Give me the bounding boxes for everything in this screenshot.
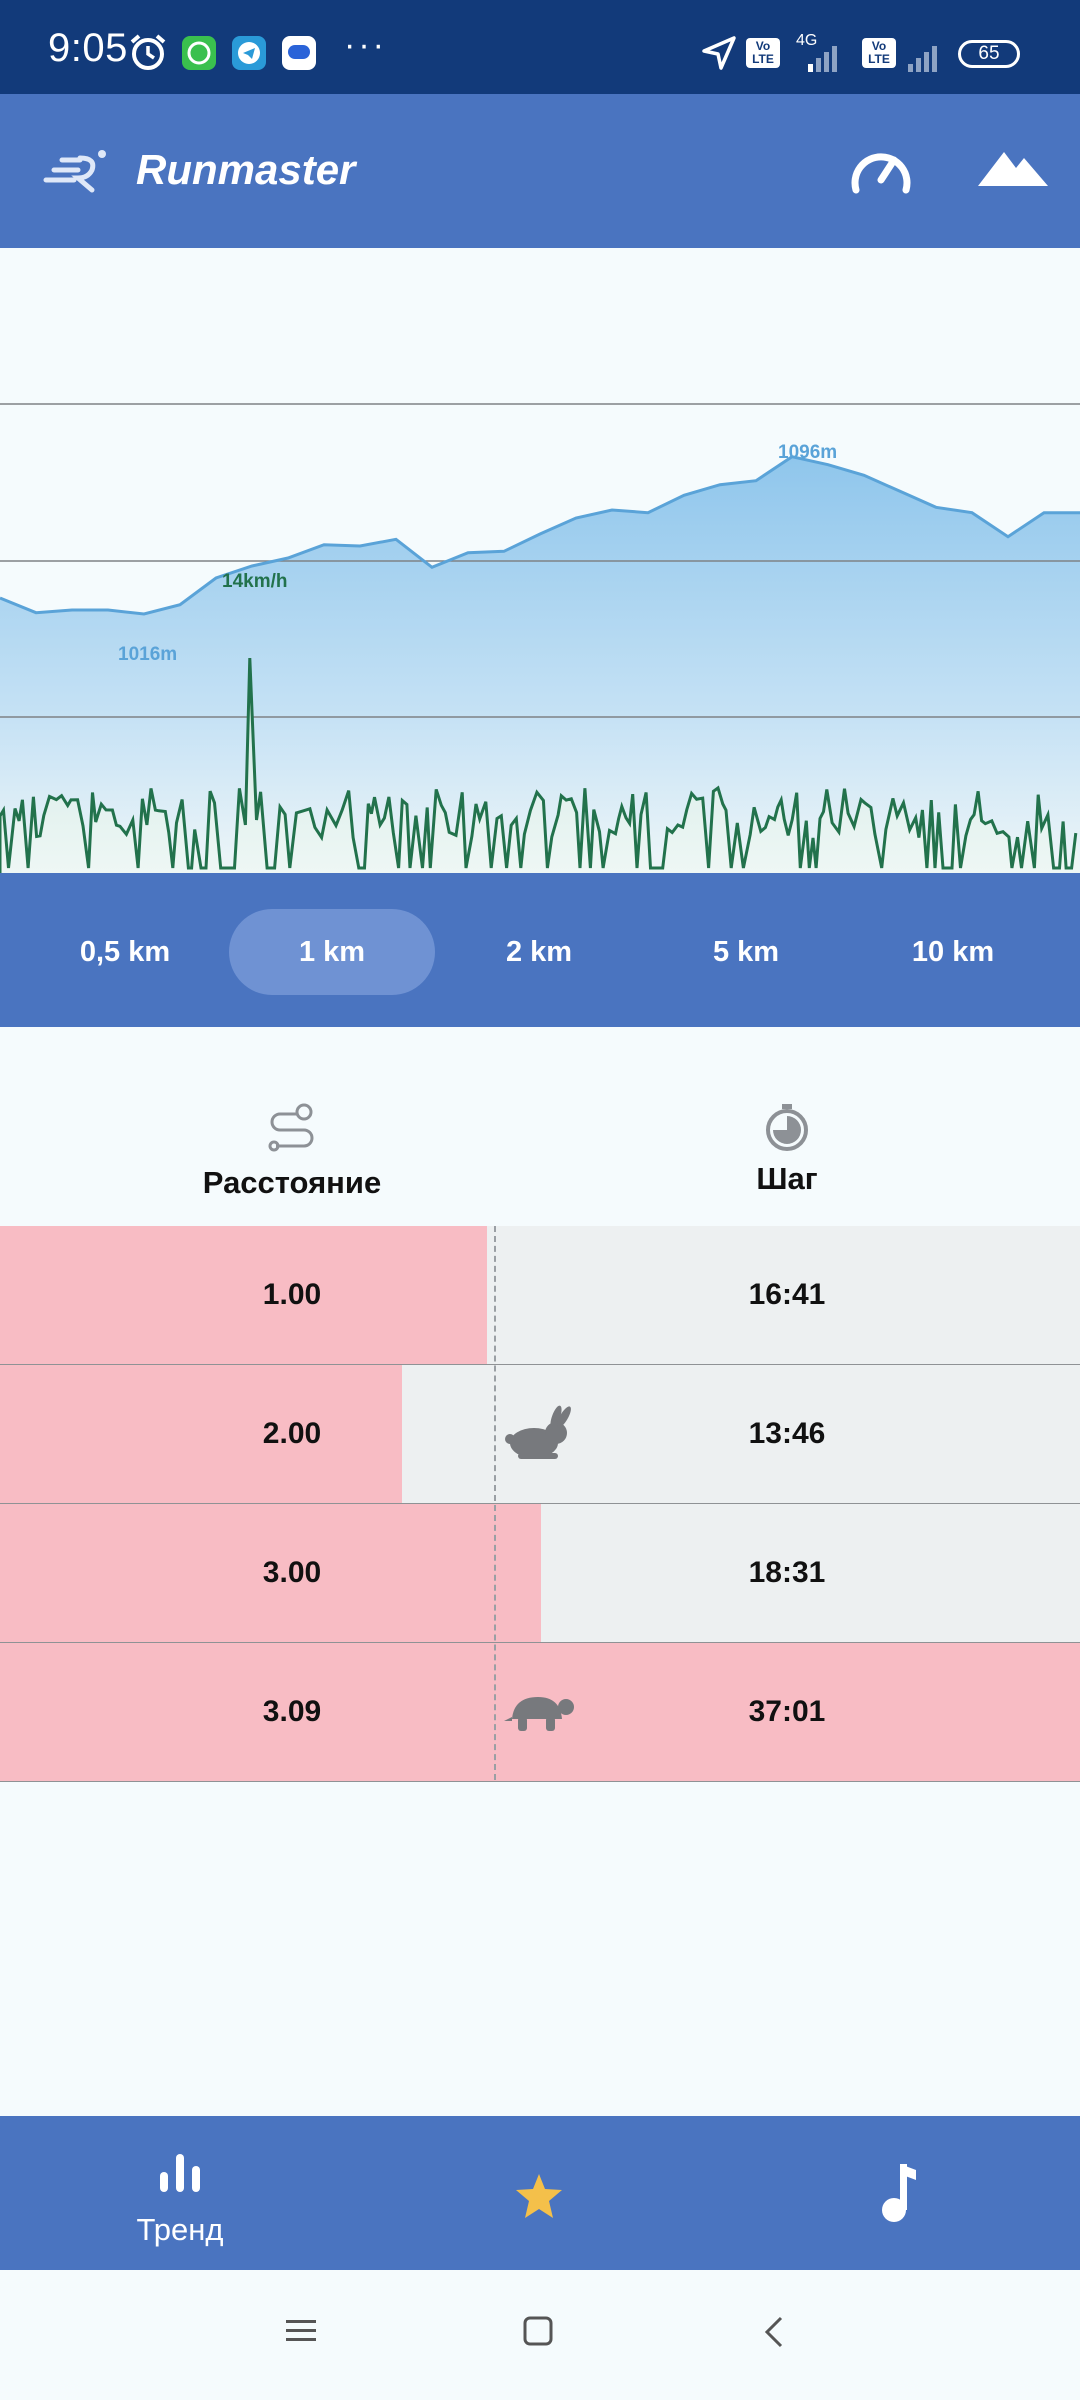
volte-icon: Vo LTE <box>746 38 780 68</box>
music-note-icon[interactable] <box>880 2160 920 2224</box>
segment-2-km[interactable]: 2 km <box>436 909 642 995</box>
split-pace: 18:31 <box>748 1556 826 1589</box>
split-distance: 3.00 <box>262 1556 322 1589</box>
status-time: 9:05 <box>48 26 128 70</box>
signal-icon-2 <box>908 46 937 72</box>
pace-column-header: Шаг <box>756 1161 818 1196</box>
split-pace: 37:01 <box>748 1695 826 1728</box>
more-icon: ··· <box>344 26 387 64</box>
segment-10-km[interactable]: 10 km <box>850 909 1056 995</box>
min-elevation-label: 1016m <box>118 644 177 665</box>
home-icon[interactable] <box>523 2316 553 2346</box>
battery-icon: 65 <box>958 40 1020 68</box>
volte-icon-2: Vo LTE <box>862 38 896 68</box>
stopwatch-icon <box>766 1104 808 1151</box>
route-icon <box>268 1103 314 1152</box>
split-pace: 13:46 <box>748 1417 826 1450</box>
battery-level: 65 <box>978 43 1000 64</box>
app-title: Runmaster <box>136 146 356 193</box>
split-row: 3.09 37:01 <box>0 1643 1080 1782</box>
location-icon <box>702 36 736 70</box>
bar-chart-icon <box>160 2154 200 2192</box>
distance-segment-selector: 0,5 km 1 km 2 km 5 km 10 km <box>0 873 1080 1027</box>
menu-icon[interactable] <box>286 2318 316 2344</box>
elevation-speed-chart: 1016m 1096m 14km/h <box>0 248 1080 873</box>
segment-0-5-km[interactable]: 0,5 km <box>22 909 228 995</box>
runmaster-logo-icon <box>43 150 106 193</box>
alarm-icon <box>130 34 166 70</box>
status-bar: 9:05 ··· Vo LTE 4G Vo LTE 65 <box>0 0 1080 94</box>
distance-column-header: Расстояние <box>202 1165 382 1200</box>
bottom-nav: Тренд <box>0 2116 1080 2270</box>
split-row: 2.00 13:46 <box>0 1365 1080 1504</box>
split-distance: 2.00 <box>262 1417 322 1450</box>
split-row: 1.00 16:41 <box>0 1226 1080 1365</box>
nav-item-trend[interactable]: Тренд <box>120 2116 240 2270</box>
speedometer-icon[interactable] <box>848 140 914 196</box>
segment-5-km[interactable]: 5 km <box>643 909 849 995</box>
message-icon <box>282 36 316 70</box>
whatsapp-icon <box>182 36 216 70</box>
split-pace: 16:41 <box>748 1278 826 1311</box>
split-distance: 1.00 <box>262 1278 322 1311</box>
app-bar: Runmaster <box>0 94 1080 248</box>
signal-icon <box>808 46 837 72</box>
system-nav-bar <box>0 2270 1080 2400</box>
split-row: 3.00 18:31 <box>0 1504 1080 1643</box>
nav-label-trend: Тренд <box>136 2212 224 2247</box>
chart-svg: 1016m 1096m 14km/h <box>0 403 1080 873</box>
segment-1-km[interactable]: 1 km <box>229 909 435 995</box>
back-icon[interactable] <box>763 2316 785 2348</box>
split-distance: 3.09 <box>262 1695 322 1728</box>
max-speed-label: 14km/h <box>222 571 287 592</box>
telegram-icon <box>232 36 266 70</box>
rabbit-icon <box>505 1405 571 1459</box>
mountain-icon[interactable] <box>978 146 1050 190</box>
max-elevation-label: 1096m <box>778 442 837 463</box>
star-icon[interactable] <box>514 2172 564 2220</box>
average-pace-divider <box>494 1226 496 1780</box>
turtle-icon <box>504 1697 574 1731</box>
